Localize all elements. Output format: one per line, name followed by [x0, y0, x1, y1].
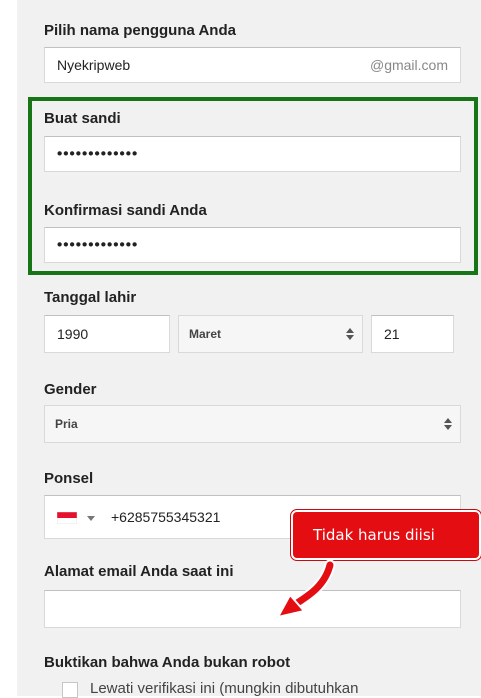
annotation-callout: Tidak harus diisi — [291, 510, 481, 560]
updown-arrows-icon — [346, 328, 354, 340]
birth-day-input[interactable]: 21 — [371, 315, 454, 353]
birth-month-value: Maret — [189, 327, 222, 341]
indonesia-flag-icon[interactable] — [57, 512, 77, 524]
robot-label: Buktikan bahwa Anda bukan robot — [44, 654, 291, 671]
gender-select[interactable]: Pria — [44, 405, 461, 443]
username-label: Pilih nama pengguna Anda — [44, 22, 236, 39]
gender-value: Pria — [55, 417, 78, 431]
birth-year-input[interactable]: 1990 — [44, 315, 170, 353]
birthdate-label: Tanggal lahir — [44, 289, 137, 306]
birth-day-value: 21 — [384, 326, 400, 342]
phone-value: +6285755345321 — [111, 509, 221, 525]
current-email-label: Alamat email Anda saat ini — [44, 563, 234, 580]
current-email-input[interactable] — [44, 590, 461, 628]
chevron-down-icon[interactable] — [87, 516, 95, 521]
phone-label: Ponsel — [44, 470, 94, 487]
annotation-text: Tidak harus diisi — [313, 526, 435, 544]
username-input[interactable]: Nyekripweb @gmail.com — [44, 47, 461, 83]
birth-year-value: 1990 — [57, 326, 89, 342]
username-value: Nyekripweb — [57, 57, 131, 73]
gender-label: Gender — [44, 381, 97, 398]
updown-arrows-icon — [444, 418, 452, 430]
annotation-arrow-icon — [276, 559, 336, 619]
gmail-suffix: @gmail.com — [369, 57, 448, 73]
birth-month-select[interactable]: Maret — [178, 315, 363, 353]
highlight-box — [28, 97, 478, 275]
skip-verification-label: Lewati verifikasi ini (mungkin dibutuhka… — [90, 680, 359, 697]
